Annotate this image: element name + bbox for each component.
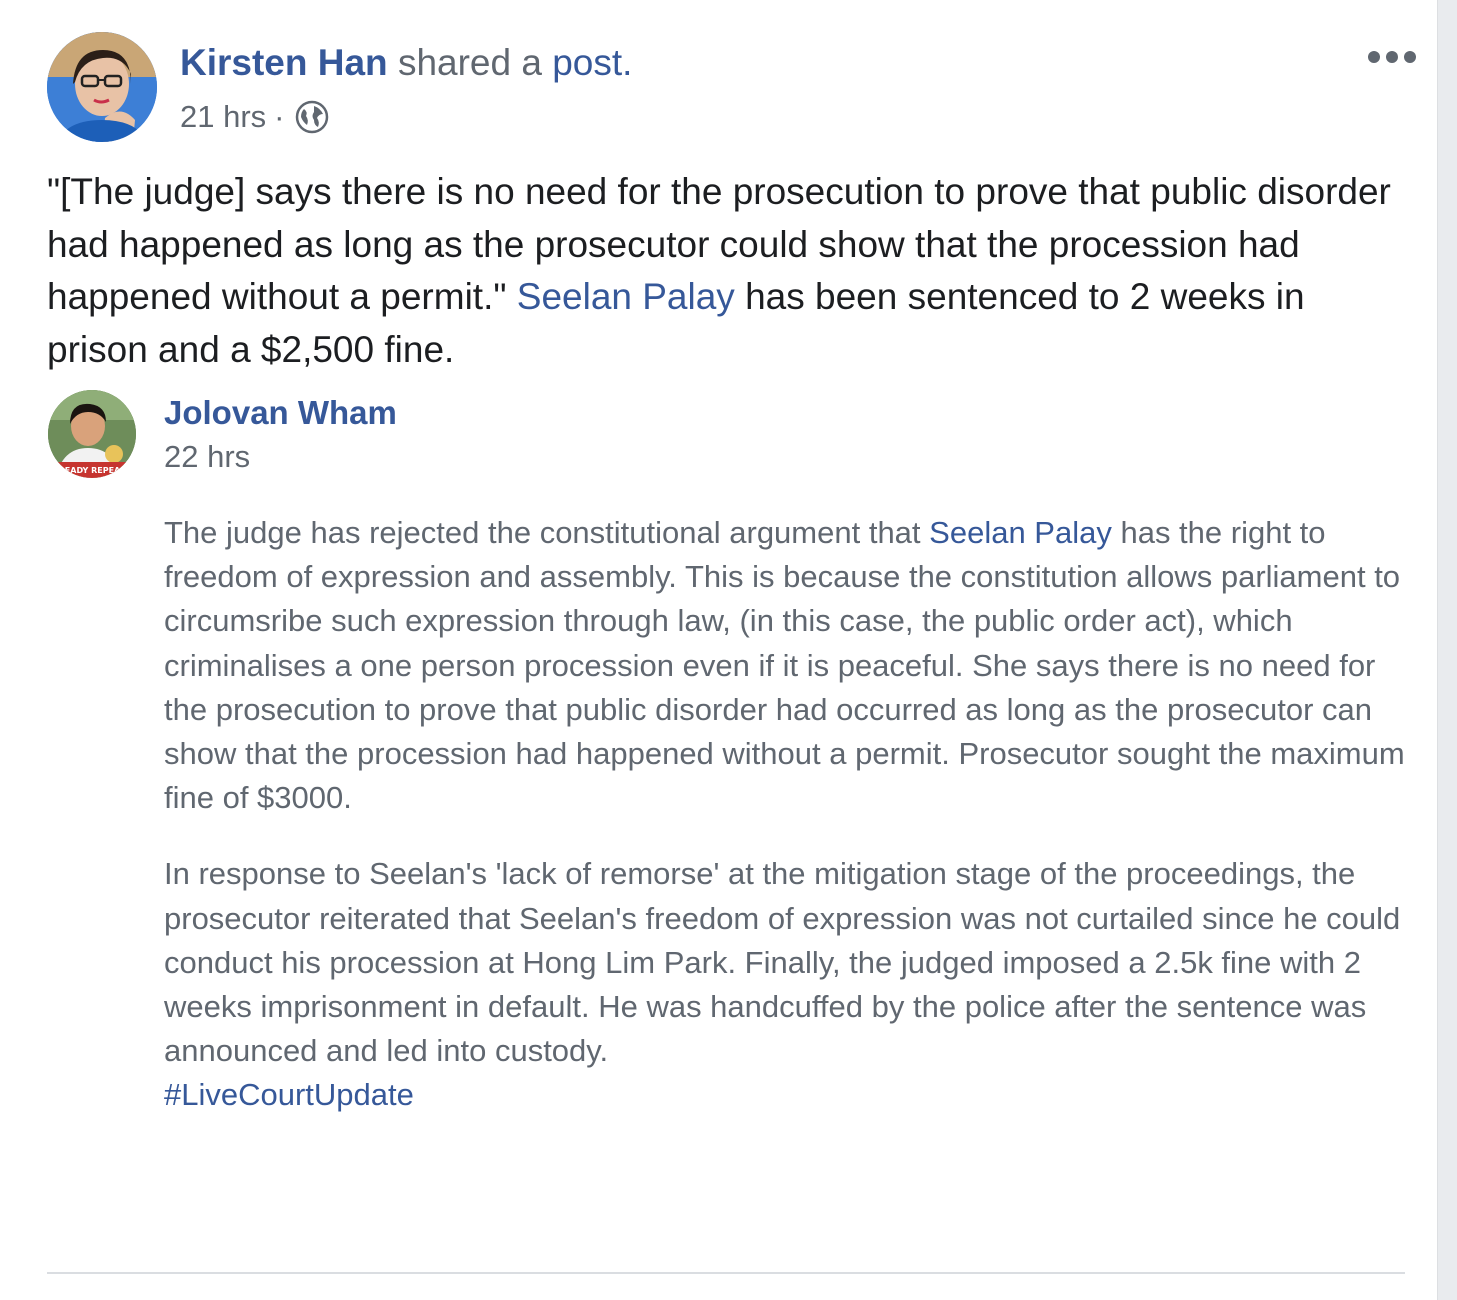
post-body-text: "[The judge] says there is no need for t… (47, 166, 1407, 376)
meta-separator: · (274, 99, 285, 134)
profile-photo-icon: READY REPEAL (48, 390, 136, 478)
jolovan-wham-avatar[interactable]: READY REPEAL (48, 390, 136, 478)
post-header: Kirsten Han shared a post. (180, 40, 632, 86)
post-action-text: shared a (397, 42, 542, 83)
post-card: Kirsten Han shared a post. 21 hrs · "[Th… (0, 0, 1438, 1300)
kirsten-han-avatar[interactable] (47, 32, 157, 142)
shared-p2-text: In response to Seelan's 'lack of remorse… (164, 856, 1401, 1069)
divider (47, 1272, 1405, 1274)
hashtag-link[interactable]: #LiveCourtUpdate (164, 1077, 414, 1112)
mention-seelan-palay[interactable]: Seelan Palay (517, 276, 735, 317)
shared-post-body: The judge has rejected the constitutiona… (164, 511, 1409, 1118)
author-name[interactable]: Kirsten Han (180, 42, 388, 83)
shared-paragraph-1: The judge has rejected the constitutiona… (164, 511, 1409, 820)
shared-author-name[interactable]: Jolovan Wham (164, 392, 397, 434)
avatar-banner-text: READY REPEAL (59, 466, 126, 475)
post-timestamp[interactable]: 21 hrs (180, 96, 266, 138)
shared-post-timestamp[interactable]: 22 hrs (164, 436, 250, 478)
shared-p1-part1: The judge has rejected the constitutiona… (164, 515, 930, 550)
post-meta: 21 hrs · (180, 96, 329, 138)
globe-icon[interactable] (295, 100, 329, 134)
profile-photo-icon (47, 32, 157, 142)
mention-seelan-palay-shared[interactable]: Seelan Palay (929, 515, 1112, 550)
shared-p1-part2: has the right to freedom of expression a… (164, 515, 1405, 816)
more-options-icon[interactable] (1366, 44, 1418, 70)
shared-post-link[interactable]: post. (552, 42, 632, 83)
shared-paragraph-2: In response to Seelan's 'lack of remorse… (164, 852, 1409, 1117)
